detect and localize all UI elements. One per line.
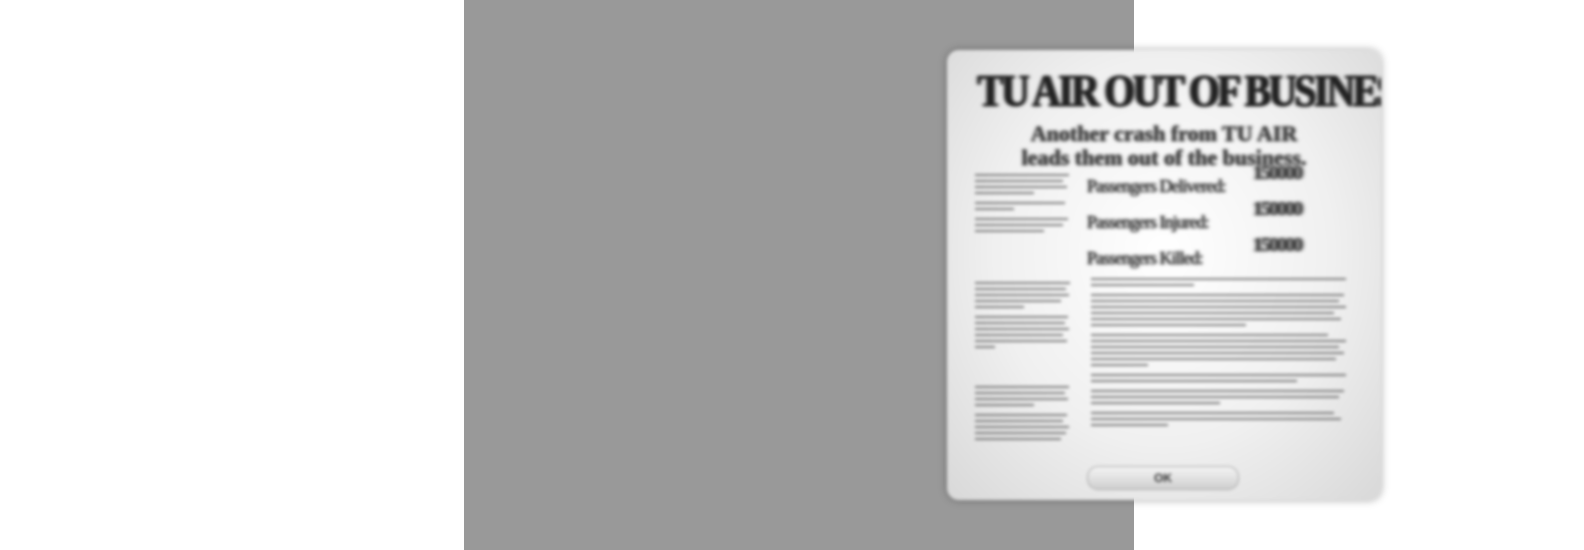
game-screen: TU AIR OUT OF BUSINESS Another crash fro… (0, 0, 1584, 550)
newspaper-dialog: TU AIR OUT OF BUSINESS Another crash fro… (947, 50, 1381, 500)
passengers-delivered-label: Passengers Delivered: (1087, 176, 1226, 196)
article-column-right (1091, 278, 1349, 434)
newspaper-subheadline: Another crash from TU AIR leads them out… (947, 122, 1381, 170)
passengers-injured-value: 150000 (1253, 198, 1303, 220)
passengers-killed-label: Passengers Killed: (1087, 248, 1203, 268)
article-column-left-bottom (975, 386, 1073, 448)
passengers-injured-label: Passengers Injured: (1087, 212, 1209, 232)
subheadline-line-2: leads them out of the business. (1021, 145, 1307, 170)
newspaper-headline: TU AIR OUT OF BUSINESS (977, 65, 1381, 116)
passengers-delivered-value: 150000 (1253, 162, 1303, 184)
article-column-left-top (975, 174, 1073, 240)
ok-button[interactable]: OK (1087, 466, 1239, 490)
article-column-left-middle (975, 282, 1073, 356)
passengers-killed-value: 150000 (1253, 234, 1303, 256)
subheadline-line-1: Another crash from TU AIR (1030, 121, 1298, 146)
